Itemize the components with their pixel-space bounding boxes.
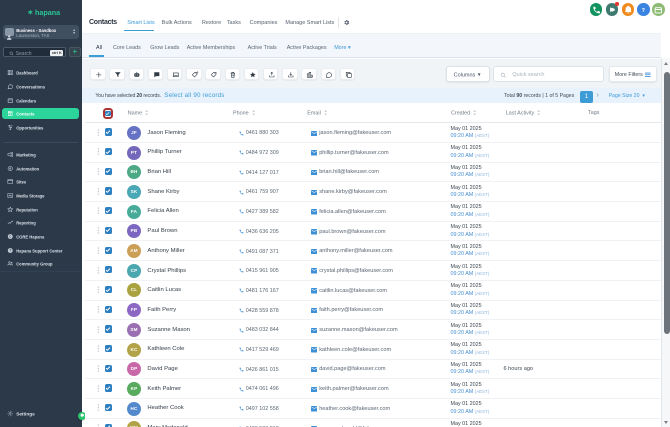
svg-text:?: ?	[642, 8, 646, 14]
svg-text:?: ?	[9, 248, 11, 252]
